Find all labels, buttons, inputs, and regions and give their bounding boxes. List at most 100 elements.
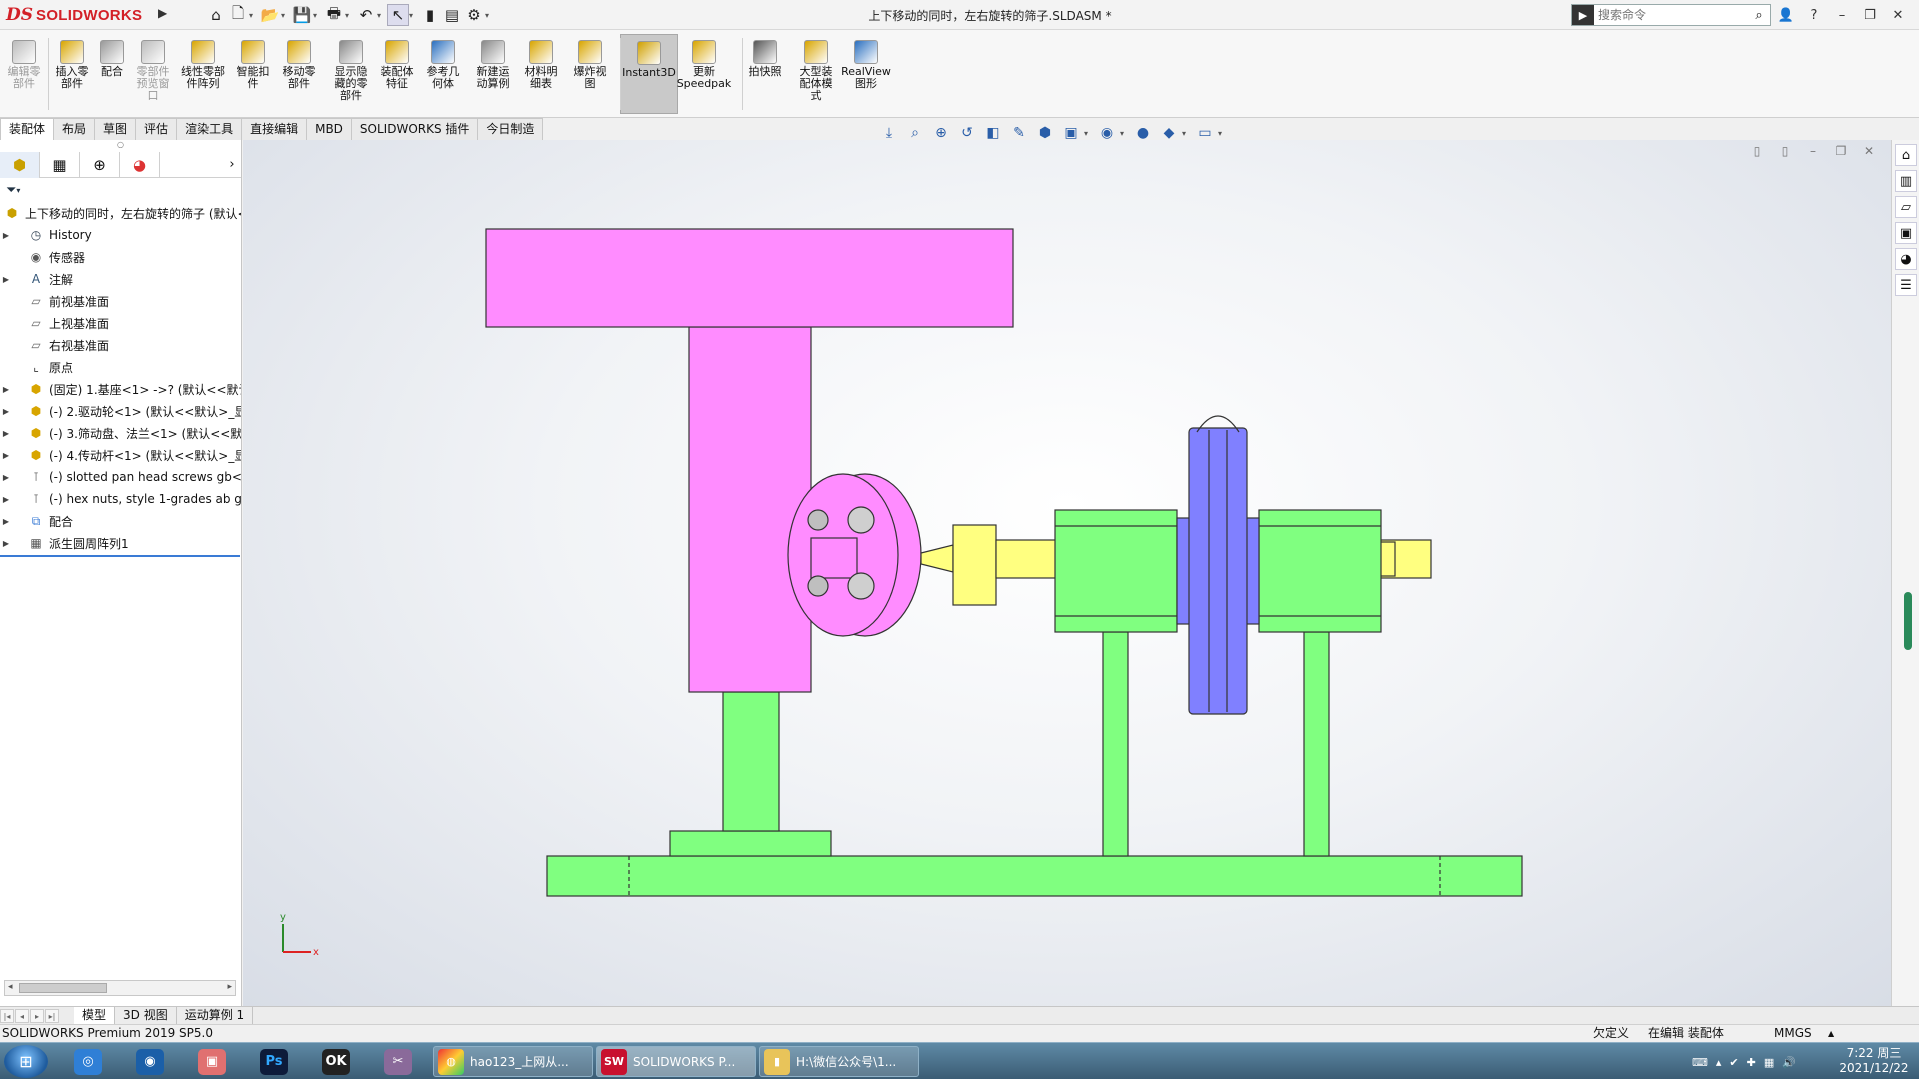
tree-filter[interactable]: ⏷ ▾ [0, 178, 241, 202]
chevron-down-icon[interactable]: ▾ [281, 11, 291, 20]
appearances-icon[interactable]: ◕ [1895, 248, 1917, 270]
menu-expand-icon[interactable]: ▶ [158, 6, 172, 24]
chevron-down-icon[interactable]: ▾ [1218, 129, 1228, 138]
expand-arrow-icon[interactable]: ▶ [0, 385, 12, 394]
last-tab-icon[interactable]: ▸| [45, 1008, 59, 1023]
sieve-column[interactable] [688, 326, 812, 693]
pulley-wheel[interactable] [1188, 427, 1248, 715]
search-commands-box[interactable]: ▶ ⌕ [1571, 4, 1771, 26]
expand-arrow-icon[interactable]: ▶ [0, 231, 12, 240]
expand-arrow-icon[interactable]: ▶ [0, 517, 12, 526]
right-bearing-block[interactable] [1258, 509, 1382, 633]
design-library-icon[interactable]: ▥ [1895, 170, 1917, 192]
search-icon[interactable]: ⌕ [1748, 8, 1770, 23]
expand-arrow-icon[interactable]: ▶ [0, 407, 12, 416]
chevron-right-icon[interactable]: › [223, 152, 241, 177]
chevron-down-icon[interactable]: ▾ [409, 11, 419, 20]
taskbar-window[interactable]: ▮ H:\微信公众号\1... [759, 1046, 919, 1077]
expand-arrow-icon[interactable]: ▶ [0, 429, 12, 438]
prev-tab-icon[interactable]: ◂ [15, 1008, 29, 1023]
solidworks-resources-icon[interactable]: ⌂ [1895, 144, 1917, 166]
command-component-preview-button[interactable]: 零部件 预览窗 口 [132, 34, 174, 114]
tree-item[interactable]: ⌞ 原点 [0, 356, 241, 378]
tree-item[interactable]: ▱ 右视基准面 [0, 334, 241, 356]
tree-item[interactable]: ▶ ⊺ (-) slotted pan head screws gb<1> [0, 466, 241, 488]
minimize-button[interactable]: – [1828, 8, 1856, 23]
command-instant3d-button[interactable]: Instant3D [620, 34, 678, 114]
expand-arrow-icon[interactable]: ▶ [0, 539, 12, 548]
tab-2[interactable]: 草图 [94, 118, 137, 140]
scroll-right-icon[interactable]: ▸ [227, 982, 232, 992]
print-icon[interactable]: 🖶 [323, 4, 345, 26]
pinned-app[interactable]: Ps [248, 1046, 300, 1077]
keyboard-icon[interactable]: ⌨ [1692, 1056, 1708, 1069]
tree-item[interactable]: ▶ ⬢ (-) 3.筛动盘、法兰<1> (默认<<默认 [0, 422, 241, 444]
command-move-component-button[interactable]: 移动零 部件 [274, 34, 324, 114]
tree-rollback-bar[interactable] [0, 555, 240, 557]
pinned-app[interactable]: OK [310, 1046, 362, 1077]
chevron-down-icon[interactable]: ▾ [345, 11, 355, 20]
restore-button[interactable]: ❐ [1856, 8, 1884, 23]
tree-item[interactable]: ▶ ⬢ (-) 4.传动杆<1> (默认<<默认>_显示 [0, 444, 241, 466]
tab-6[interactable]: MBD [306, 118, 352, 140]
chevron-up-icon[interactable]: ▴ [1716, 1056, 1722, 1069]
volume-icon[interactable]: 🔊 [1782, 1056, 1796, 1069]
chevron-down-icon[interactable]: ▾ [1182, 129, 1192, 138]
flange-shaft[interactable] [810, 537, 858, 579]
pinned-app[interactable]: ◉ [124, 1046, 176, 1077]
drive-rod-collar[interactable] [952, 524, 997, 606]
command-insert-component-button[interactable]: 插入零 部件 [50, 34, 94, 114]
chevron-down-icon[interactable]: ▾ [1120, 129, 1130, 138]
left-bearing-block[interactable] [1054, 509, 1178, 633]
expand-arrow-icon[interactable]: ▶ [0, 275, 12, 284]
file-explorer-icon[interactable]: ▱ [1895, 196, 1917, 218]
tree-item[interactable]: ▶ A 注解 [0, 268, 241, 290]
hex-nut[interactable] [807, 575, 829, 597]
tree-item[interactable]: ▶ ⬢ (-) 2.驱动轮<1> (默认<<默认>_显示 [0, 400, 241, 422]
system-clock[interactable]: 7:22 周三 2021/12/22 [1830, 1046, 1918, 1076]
command-exploded-view-button[interactable]: 爆炸视 图 [566, 34, 614, 114]
command-reference-geometry-button[interactable]: 参考几 何体 [418, 34, 468, 114]
hex-nut[interactable] [847, 506, 875, 534]
tree-item[interactable]: ▱ 上视基准面 [0, 312, 241, 334]
expand-arrow-icon[interactable]: ▶ [0, 451, 12, 460]
tab-0[interactable]: 装配体 [0, 118, 55, 140]
tab-1[interactable]: 布局 [53, 118, 96, 140]
bottom-tab-0[interactable]: 模型 [74, 1007, 116, 1024]
bottom-tab-2[interactable]: 运动算例 1 [177, 1007, 254, 1024]
traffic-light-icon[interactable]: ▮ [419, 4, 441, 26]
chevron-down-icon[interactable]: ▾ [313, 11, 323, 20]
left-bearing-support[interactable] [1102, 631, 1129, 857]
antivirus-icon[interactable]: ✔ [1729, 1056, 1738, 1069]
property-manager-tab-icon[interactable]: ▦ [40, 152, 80, 178]
network-status-icon[interactable]: ▦ [1764, 1056, 1774, 1069]
command-smart-fastener-button[interactable]: 智能扣 件 [232, 34, 274, 114]
graphics-area[interactable]: ▯ ▯ – ❐ ✕ y x [243, 140, 1891, 1006]
home-icon[interactable]: ⌂ [205, 4, 227, 26]
command-realview-button[interactable]: RealView 图形 [838, 34, 894, 114]
command-speedpak-button[interactable]: 更新 Speedpak [676, 34, 732, 114]
tab-8[interactable]: 今日制造 [477, 118, 544, 140]
search-input[interactable] [1594, 5, 1748, 25]
next-tab-icon[interactable]: ▸ [30, 1008, 44, 1023]
filter-icon[interactable]: ⏷ [6, 183, 16, 198]
solidworks-logo[interactable]: DS SOLIDWORKS [6, 2, 154, 28]
tab-3[interactable]: 评估 [135, 118, 178, 140]
command-linear-pattern-button[interactable]: 线性零部 件阵列 [176, 34, 230, 114]
start-button[interactable]: ⊞ [4, 1045, 48, 1078]
command-edit-component-button[interactable]: 编辑零 部件 [2, 34, 46, 114]
view-palette-icon[interactable]: ▣ [1895, 222, 1917, 244]
open-folder-icon[interactable]: 📂 [259, 4, 281, 26]
tree-item[interactable]: ▶ ⊺ (-) hex nuts, style 1-grades ab gb [0, 488, 241, 510]
left-pedestal-column[interactable] [722, 691, 780, 832]
user-icon[interactable]: 👤 [1772, 8, 1800, 23]
hex-nut[interactable] [807, 509, 829, 531]
command-large-assembly-button[interactable]: 大型装 配体模 式 [790, 34, 842, 114]
undo-icon[interactable]: ↶ [355, 4, 377, 26]
tab-7[interactable]: SOLIDWORKS 插件 [350, 118, 479, 140]
left-pedestal-foot[interactable] [669, 830, 832, 857]
task-pane-handle[interactable] [1904, 592, 1912, 650]
scrollbar-thumb[interactable] [19, 983, 107, 993]
drive-rod-tip[interactable] [920, 544, 954, 573]
command-assembly-feature-button[interactable]: 装配体 特征 [374, 34, 420, 114]
